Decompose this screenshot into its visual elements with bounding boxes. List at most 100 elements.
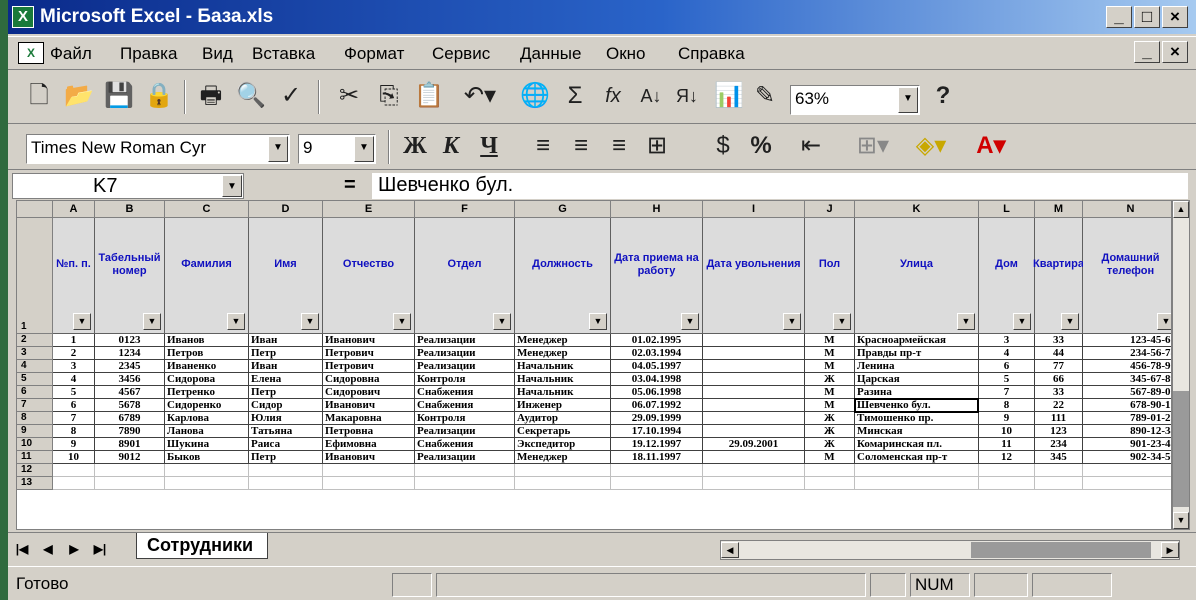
empty-cell[interactable] (979, 464, 1035, 477)
table-cell[interactable]: Ж (805, 412, 855, 425)
undo-icon[interactable]: ↶▾ (460, 80, 500, 112)
scroll-thumb[interactable] (1173, 391, 1189, 507)
table-cell[interactable]: Менеджер (515, 347, 611, 360)
table-cell[interactable]: 5678 (95, 399, 165, 412)
table-cell[interactable]: 2345 (95, 360, 165, 373)
table-cell[interactable]: Шевченко бул. (855, 399, 979, 412)
scroll-up-icon[interactable]: ▲ (1173, 201, 1189, 218)
next-sheet-icon[interactable]: ▶ (64, 540, 84, 558)
table-cell[interactable]: Ефимовна (323, 438, 415, 451)
table-cell[interactable]: 8901 (95, 438, 165, 451)
open-icon[interactable]: 📂 (64, 80, 94, 112)
paste-icon[interactable]: 📋 (414, 80, 444, 112)
table-cell[interactable]: 12 (979, 451, 1035, 464)
table-cell[interactable]: Ж (805, 425, 855, 438)
table-cell[interactable]: Снабжения (415, 438, 515, 451)
new-icon[interactable]: 🗋 (24, 80, 54, 112)
autofilter-dropdown-icon[interactable]: ▼ (143, 313, 161, 330)
empty-cell[interactable] (855, 464, 979, 477)
sort-ascending-icon[interactable]: A↓ (636, 80, 666, 112)
autofilter-dropdown-icon[interactable]: ▼ (1013, 313, 1031, 330)
empty-cell[interactable] (1035, 477, 1083, 490)
align-center-icon[interactable]: ≡ (566, 130, 596, 162)
column-header-k[interactable]: K (855, 201, 979, 218)
empty-cell[interactable] (415, 477, 515, 490)
table-cell[interactable]: 2 (53, 347, 95, 360)
table-cell[interactable]: Реализации (415, 334, 515, 347)
autofilter-dropdown-icon[interactable]: ▼ (833, 313, 851, 330)
formula-input[interactable]: Шевченко бул. (372, 173, 1188, 199)
table-cell[interactable]: Реализации (415, 360, 515, 373)
table-cell[interactable]: Начальник (515, 373, 611, 386)
table-cell[interactable]: Реализации (415, 451, 515, 464)
table-cell[interactable]: 4567 (95, 386, 165, 399)
table-cell[interactable]: 29.09.2001 (703, 438, 805, 451)
table-cell[interactable]: 18.11.1997 (611, 451, 703, 464)
table-cell[interactable]: 123 (1035, 425, 1083, 438)
table-cell[interactable]: М (805, 451, 855, 464)
table-cell[interactable]: Реализации (415, 425, 515, 438)
table-cell[interactable]: 123-45-67 (1083, 334, 1171, 347)
table-cell[interactable]: 9 (53, 438, 95, 451)
indent-icon[interactable]: ⇤ (796, 130, 826, 162)
font-color-icon[interactable]: A▾ (966, 130, 1016, 162)
table-cell[interactable] (703, 412, 805, 425)
table-cell[interactable]: 456-78-90 (1083, 360, 1171, 373)
autofilter-dropdown-icon[interactable]: ▼ (1157, 313, 1171, 330)
table-cell[interactable]: Иван (249, 334, 323, 347)
table-cell[interactable]: М (805, 347, 855, 360)
table-cell[interactable] (703, 360, 805, 373)
table-cell[interactable]: Сидоренко (165, 399, 249, 412)
autofilter-dropdown-icon[interactable]: ▼ (493, 313, 511, 330)
table-cell[interactable]: 5 (53, 386, 95, 399)
chevron-down-icon[interactable]: ▼ (898, 87, 918, 113)
table-cell[interactable]: Иванович (323, 399, 415, 412)
table-cell[interactable]: 8 (979, 399, 1035, 412)
table-cell[interactable]: Снабжения (415, 399, 515, 412)
table-cell[interactable]: 789-01-23 (1083, 412, 1171, 425)
chart-wizard-icon[interactable]: 📊 (714, 80, 744, 112)
underline-button[interactable]: Ч (474, 130, 504, 162)
empty-cell[interactable] (53, 477, 95, 490)
chevron-down-icon[interactable]: ▼ (222, 175, 242, 197)
menu-file[interactable]: Файл (50, 44, 92, 64)
table-cell[interactable]: Менеджер (515, 451, 611, 464)
table-cell[interactable]: Петровна (323, 425, 415, 438)
column-header-m[interactable]: M (1035, 201, 1083, 218)
empty-cell[interactable] (515, 477, 611, 490)
autofilter-dropdown-icon[interactable]: ▼ (301, 313, 319, 330)
save-icon[interactable]: 💾 (104, 80, 134, 112)
column-header-g[interactable]: G (515, 201, 611, 218)
table-cell[interactable]: Иванов (165, 334, 249, 347)
chevron-down-icon[interactable]: ▼ (354, 136, 374, 162)
empty-cell[interactable] (53, 464, 95, 477)
table-cell[interactable]: 7 (53, 412, 95, 425)
table-cell[interactable]: 1 (53, 334, 95, 347)
table-cell[interactable]: 8 (53, 425, 95, 438)
vertical-scrollbar[interactable]: ▲ ▼ (1172, 200, 1190, 530)
table-cell[interactable]: Ж (805, 438, 855, 451)
empty-cell[interactable] (249, 464, 323, 477)
permission-icon[interactable]: 🔒 (144, 80, 174, 112)
print-icon[interactable]: 🖶 (196, 80, 226, 112)
scroll-right-icon[interactable]: ▶ (1161, 542, 1179, 558)
column-header-n[interactable]: N (1083, 201, 1171, 218)
autofilter-dropdown-icon[interactable]: ▼ (957, 313, 975, 330)
column-header-e[interactable]: E (323, 201, 415, 218)
percent-button[interactable]: % (746, 130, 776, 162)
table-cell[interactable]: Инженер (515, 399, 611, 412)
font-name-select[interactable]: Times New Roman Cyr ▼ (26, 134, 290, 164)
table-cell[interactable]: Начальник (515, 386, 611, 399)
column-header-l[interactable]: L (979, 201, 1035, 218)
table-cell[interactable]: 234-56-78 (1083, 347, 1171, 360)
table-cell[interactable]: 02.03.1994 (611, 347, 703, 360)
table-cell[interactable]: 06.07.1992 (611, 399, 703, 412)
close-button[interactable]: × (1162, 6, 1188, 28)
table-cell[interactable]: Елена (249, 373, 323, 386)
row-header[interactable]: 1 (17, 218, 53, 334)
table-cell[interactable]: Петров (165, 347, 249, 360)
table-cell[interactable]: Минская (855, 425, 979, 438)
table-cell[interactable]: Петренко (165, 386, 249, 399)
excel-icon[interactable]: X (12, 6, 34, 28)
function-icon[interactable]: fx (598, 80, 628, 112)
